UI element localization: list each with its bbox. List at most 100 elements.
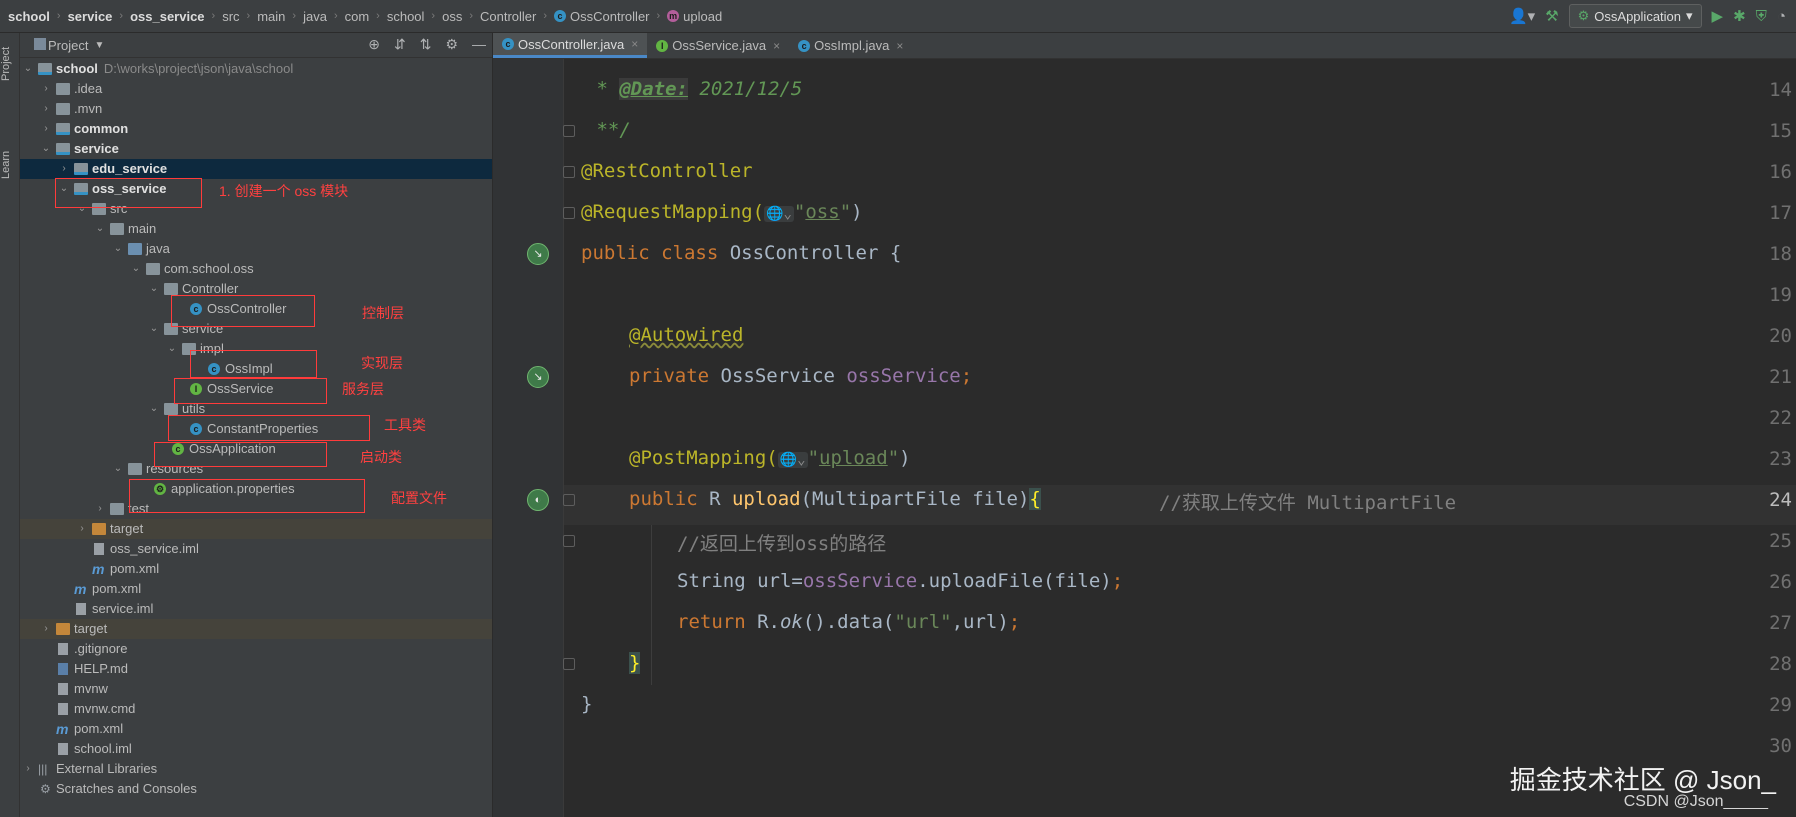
code-line-15[interactable]: **/ <box>585 119 630 141</box>
tree-item-mvnw-cmd[interactable]: mvnw.cmd <box>20 699 492 719</box>
tree-item-java[interactable]: ⌄ java <box>20 239 492 259</box>
code-line-24-comment[interactable]: //获取上传文件 MultipartFile <box>1159 488 1456 515</box>
tab-ossservice[interactable]: I OssService.java × <box>647 33 789 58</box>
chevron-right-icon[interactable]: › <box>40 99 52 119</box>
chevron-down-icon[interactable]: ⌄ <box>22 59 34 79</box>
breadcrumb-item-service[interactable]: service <box>68 9 113 24</box>
breadcrumb-item-java[interactable]: java <box>303 9 327 24</box>
build-hammer-icon[interactable]: ⚒ <box>1545 7 1558 25</box>
tree-item-service-iml[interactable]: service.iml <box>20 599 492 619</box>
breadcrumb-item-oss[interactable]: oss <box>442 9 462 24</box>
chevron-right-icon[interactable]: › <box>40 79 52 99</box>
tree-item-pom-oss[interactable]: m pom.xml <box>20 559 492 579</box>
tree-item-mvn[interactable]: › .mvn <box>20 99 492 119</box>
code-line-28[interactable]: } <box>629 652 641 674</box>
fold-icon[interactable] <box>563 535 575 547</box>
debug-icon[interactable]: ✱ <box>1733 7 1746 25</box>
tab-ossimpl[interactable]: c OssImpl.java × <box>789 33 912 58</box>
locate-icon[interactable]: ⊕ <box>368 36 380 53</box>
tree-item-edu-service[interactable]: › edu_service <box>20 159 492 179</box>
project-panel-title[interactable]: Project <box>48 38 88 53</box>
tree-item-common[interactable]: › common <box>20 119 492 139</box>
fold-icon[interactable] <box>563 207 575 219</box>
chevron-right-icon[interactable]: › <box>58 159 70 179</box>
tab-osscontroller[interactable]: c OssController.java × <box>493 33 648 58</box>
chevron-right-icon[interactable]: › <box>40 619 52 639</box>
tree-item-package[interactable]: ⌄ com.school.oss <box>20 259 492 279</box>
code-line-27[interactable]: return R.ok().data("url",url); <box>677 611 1020 633</box>
tree-item-school-iml[interactable]: school.iml <box>20 739 492 759</box>
fold-icon[interactable] <box>563 166 575 178</box>
tree-item-help-md[interactable]: HELP.md <box>20 659 492 679</box>
tree-item-service[interactable]: ⌄ service <box>20 139 492 159</box>
code-line-24[interactable]: public R upload(MultipartFile file){ <box>629 488 1041 510</box>
learn-tool-tab[interactable]: Learn <box>0 145 19 185</box>
code-line-23[interactable]: @PostMapping(🌐⌄ "upload") <box>629 447 911 469</box>
code-line-18[interactable]: public class OssController { <box>581 242 901 264</box>
chevron-down-icon[interactable]: ⌄ <box>40 139 52 159</box>
spring-endpoint-icon[interactable]: ◐ <box>527 489 549 511</box>
tree-item-mvnw[interactable]: mvnw <box>20 679 492 699</box>
chevron-down-icon[interactable]: ⌄ <box>94 219 106 239</box>
chevron-down-icon[interactable]: ▼ <box>94 40 104 51</box>
tree-item-target-oss[interactable]: › target <box>20 519 492 539</box>
code-line-29[interactable]: } <box>581 693 592 715</box>
user-icon[interactable]: 👤▾ <box>1509 7 1535 25</box>
chevron-right-icon[interactable]: › <box>40 119 52 139</box>
tree-item-target-root[interactable]: › target <box>20 619 492 639</box>
tree-item-pom-root[interactable]: m pom.xml <box>20 719 492 739</box>
code-line-25[interactable]: //返回上传到oss的路径 <box>677 529 886 556</box>
code-line-20[interactable]: @Autowired <box>629 324 743 346</box>
coverage-icon[interactable]: ⛨ <box>1756 8 1767 25</box>
tree-item-main[interactable]: ⌄ main <box>20 219 492 239</box>
code-line-16[interactable]: @RestController <box>581 160 753 182</box>
breadcrumb-item-school[interactable]: school <box>8 9 50 24</box>
tree-item-pom-service[interactable]: m pom.xml <box>20 579 492 599</box>
close-icon[interactable]: × <box>773 39 780 53</box>
collapse-all-icon[interactable]: ⇅ <box>420 36 432 53</box>
breadcrumb-item-controller[interactable]: Controller <box>480 9 536 24</box>
tree-item-school[interactable]: ⌄ school D:\works\project\json\java\schoo… <box>20 59 492 79</box>
expand-all-icon[interactable]: ⇵ <box>394 36 406 53</box>
chevron-down-icon[interactable]: ⌄ <box>112 459 124 479</box>
project-tool-tab[interactable]: Project <box>0 39 19 89</box>
fold-icon[interactable] <box>563 658 575 670</box>
chevron-right-icon[interactable]: › <box>22 759 34 779</box>
code-line-21[interactable]: private OssService ossService; <box>629 365 972 387</box>
spring-bean-icon[interactable]: ↘ <box>527 243 549 265</box>
close-icon[interactable]: × <box>896 39 903 53</box>
profiler-icon[interactable]: ◔ <box>1777 8 1786 25</box>
breadcrumb-item-com[interactable]: com <box>345 9 370 24</box>
breadcrumb-item-osscontroller[interactable]: OssController <box>570 9 649 24</box>
gear-icon[interactable]: ⚙ <box>445 36 458 53</box>
hide-icon[interactable]: — <box>472 36 486 53</box>
tree-item-idea[interactable]: › .idea <box>20 79 492 99</box>
chevron-down-icon[interactable]: ⌄ <box>148 319 160 339</box>
globe-icon[interactable]: 🌐⌄ <box>777 452 808 468</box>
chevron-down-icon[interactable]: ⌄ <box>166 339 178 359</box>
globe-icon[interactable]: 🌐⌄ <box>764 206 794 222</box>
tree-item-oss-service-iml[interactable]: oss_service.iml <box>20 539 492 559</box>
fold-icon[interactable] <box>563 494 575 506</box>
breadcrumb-item-oss-service[interactable]: oss_service <box>130 9 204 24</box>
code-line-17[interactable]: @RequestMapping(🌐⌄ "oss") <box>581 201 863 223</box>
fold-icon[interactable] <box>563 125 575 137</box>
chevron-right-icon[interactable]: › <box>76 519 88 539</box>
run-configuration-dropdown[interactable]: ⚙ OssApplication ▾ <box>1568 4 1702 28</box>
breadcrumb-item-main[interactable]: main <box>257 9 285 24</box>
breadcrumb-item-src[interactable]: src <box>222 9 239 24</box>
tree-item-gitignore[interactable]: .gitignore <box>20 639 492 659</box>
spring-bean-icon[interactable]: ↘ <box>527 366 549 388</box>
tree-item-external-libraries[interactable]: › ||| External Libraries <box>20 759 492 779</box>
chevron-down-icon[interactable]: ⌄ <box>130 259 142 279</box>
breadcrumb-item-school-pkg[interactable]: school <box>387 9 425 24</box>
chevron-down-icon[interactable]: ⌄ <box>112 239 124 259</box>
breadcrumb-item-upload[interactable]: upload <box>683 9 722 24</box>
code-line-14[interactable]: * @Date: 2021/12/5 <box>585 78 802 100</box>
tree-item-scratches[interactable]: ⚙ Scratches and Consoles <box>20 779 492 799</box>
run-icon[interactable]: ▶ <box>1712 7 1724 25</box>
chevron-right-icon[interactable]: › <box>94 499 106 519</box>
chevron-down-icon[interactable]: ⌄ <box>148 279 160 299</box>
chevron-down-icon[interactable]: ⌄ <box>148 399 160 419</box>
close-icon[interactable]: × <box>631 37 638 51</box>
